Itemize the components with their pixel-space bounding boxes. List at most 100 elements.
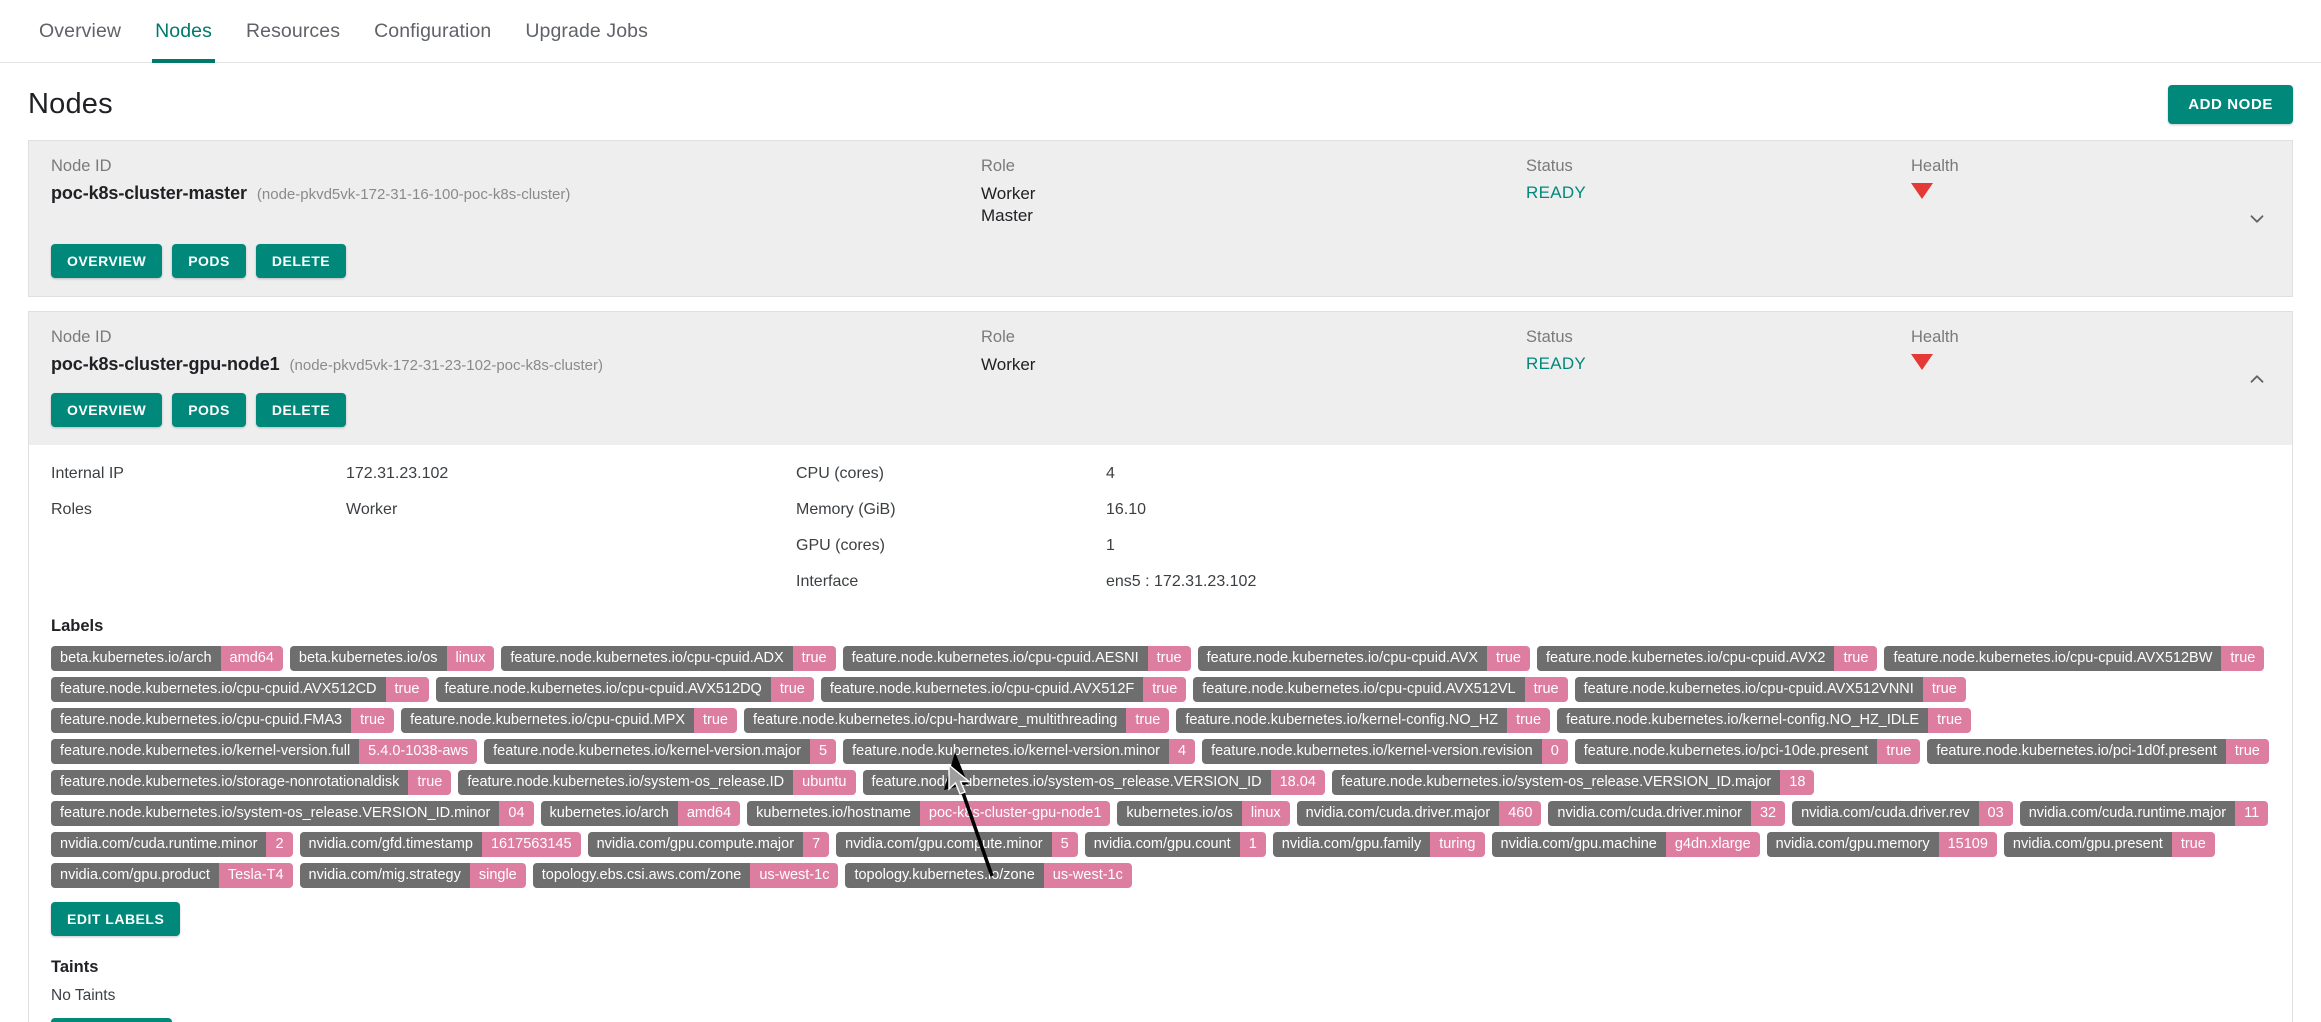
label-chip[interactable]: feature.node.kubernetes.io/cpu-hardware_… (744, 708, 1170, 733)
chevron-down-icon[interactable] (2246, 208, 2268, 230)
label-chip-value: true (1524, 677, 1568, 702)
label-chip[interactable]: feature.node.kubernetes.io/cpu-cpuid.FMA… (51, 708, 395, 733)
label-chip[interactable]: nvidia.com/gpu.product Tesla-T4 (51, 863, 293, 888)
detail-key-memory: Memory (GiB) (796, 501, 896, 518)
label-chip[interactable]: kubernetes.io/hostname poc-k8s-cluster-gp… (747, 801, 1111, 826)
label-chip[interactable]: nvidia.com/mig.strategy single (299, 863, 526, 888)
label-chip[interactable]: nvidia.com/gpu.family turing (1272, 832, 1485, 857)
label-chip[interactable]: nvidia.com/gpu.count 1 (1084, 832, 1266, 857)
label-chip[interactable]: feature.node.kubernetes.io/kernel-config… (1557, 708, 1972, 733)
label-chip[interactable]: nvidia.com/gpu.compute.major 7 (587, 832, 830, 857)
label-chip[interactable]: nvidia.com/cuda.runtime.minor 2 (51, 832, 293, 857)
tab-overview[interactable]: Overview (22, 0, 138, 63)
label-chip-key: feature.node.kubernetes.io/storage-nonro… (51, 770, 409, 795)
label-chip[interactable]: feature.node.kubernetes.io/cpu-cpuid.AVX… (1537, 646, 1878, 671)
label-chip-value: turing (1430, 832, 1485, 857)
label-chip-key: feature.node.kubernetes.io/system-os_rel… (1331, 770, 1781, 795)
label-chip-key: kubernetes.io/os (1117, 801, 1242, 826)
label-chip[interactable]: nvidia.com/gpu.machine g4dn.xlarge (1491, 832, 1760, 857)
add-node-button[interactable]: ADD NODE (2168, 85, 2293, 124)
node-id-column-label: Node ID (51, 157, 112, 175)
label-chip-key: feature.node.kubernetes.io/cpu-cpuid.FMA… (51, 708, 352, 733)
label-chip[interactable]: feature.node.kubernetes.io/kernel-versio… (484, 739, 837, 764)
detail-value-roles: Worker (346, 501, 398, 518)
label-chip-key: feature.node.kubernetes.io/cpu-cpuid.AVX… (1574, 677, 1923, 702)
label-chip[interactable]: feature.node.kubernetes.io/cpu-cpuid.ADX… (501, 646, 836, 671)
label-chip[interactable]: feature.node.kubernetes.io/cpu-cpuid.AVX… (1884, 646, 2265, 671)
node-id-cell: Node ID poc-k8s-cluster-master (node-pkv… (51, 157, 981, 227)
detail-key-interface: Interface (796, 573, 859, 590)
label-chip[interactable]: feature.node.kubernetes.io/cpu-cpuid.AES… (842, 646, 1191, 671)
label-chip[interactable]: feature.node.kubernetes.io/storage-nonro… (51, 770, 452, 795)
tab-resources[interactable]: Resources (229, 0, 357, 63)
delete-button[interactable]: DELETE (255, 244, 347, 278)
node-card-master: Node ID poc-k8s-cluster-master (node-pkv… (28, 140, 2293, 297)
edit-labels-button[interactable]: EDIT LABELS (51, 902, 181, 936)
label-chip[interactable]: feature.node.kubernetes.io/system-os_rel… (51, 801, 534, 826)
label-chip-value: 18.04 (1270, 770, 1325, 795)
label-chip[interactable]: feature.node.kubernetes.io/cpu-cpuid.AVX… (1193, 677, 1568, 702)
label-chip[interactable]: beta.kubernetes.io/os linux (289, 646, 495, 671)
label-chip[interactable]: feature.node.kubernetes.io/pci-1d0f.pres… (1927, 739, 2269, 764)
tab-label: Overview (39, 19, 122, 42)
label-chip[interactable]: feature.node.kubernetes.io/cpu-cpuid.AVX… (820, 677, 1187, 702)
label-chip-value: true (2225, 739, 2269, 764)
detail-key-roles: Roles (51, 501, 92, 518)
label-chip[interactable]: nvidia.com/gfd.timestamp 1617563145 (299, 832, 581, 857)
overview-button[interactable]: OVERVIEW (51, 393, 163, 427)
label-chip-value: 11 (2235, 801, 2269, 826)
label-chip-value: 18 (1780, 770, 1815, 795)
label-chip[interactable]: nvidia.com/cuda.driver.rev 03 (1792, 801, 2013, 826)
label-chip-key: kubernetes.io/arch (540, 801, 678, 826)
label-chip-value: ubuntu (793, 770, 856, 795)
label-chip[interactable]: feature.node.kubernetes.io/cpu-cpuid.MPX… (401, 708, 737, 733)
label-chip[interactable]: feature.node.kubernetes.io/kernel-versio… (843, 739, 1196, 764)
label-chip[interactable]: feature.node.kubernetes.io/cpu-cpuid.AVX… (51, 677, 429, 702)
label-chip[interactable]: feature.node.kubernetes.io/cpu-cpuid.AVX… (1574, 677, 1966, 702)
label-chip-value: 03 (1978, 801, 2013, 826)
label-chip[interactable]: beta.kubernetes.io/arch amd64 (51, 646, 283, 671)
label-chip-key: nvidia.com/gpu.memory (1766, 832, 1939, 857)
tab-upgrade-jobs[interactable]: Upgrade Jobs (508, 0, 665, 63)
label-chip-value: true (385, 677, 429, 702)
label-chip[interactable]: nvidia.com/gpu.compute.minor 5 (836, 832, 1078, 857)
label-chip[interactable]: nvidia.com/cuda.driver.minor 32 (1548, 801, 1786, 826)
label-chip[interactable]: kubernetes.io/os linux (1117, 801, 1290, 826)
label-chip[interactable]: topology.kubernetes.io/zone us-west-1c (845, 863, 1132, 888)
label-chip[interactable]: kubernetes.io/arch amd64 (540, 801, 741, 826)
label-chip[interactable]: topology.ebs.csi.aws.com/zone us-west-1c (532, 863, 839, 888)
overview-button[interactable]: OVERVIEW (51, 244, 163, 278)
label-chip-value: true (1507, 708, 1551, 733)
label-chip[interactable]: feature.node.kubernetes.io/kernel-config… (1176, 708, 1551, 733)
label-chip[interactable]: feature.node.kubernetes.io/system-os_rel… (458, 770, 856, 795)
label-chip[interactable]: nvidia.com/cuda.runtime.major 11 (2019, 801, 2269, 826)
pods-button[interactable]: PODS (172, 244, 246, 278)
nodes-page: Overview Nodes Resources Configuration U… (0, 0, 2321, 1022)
label-chip-value: true (2171, 832, 2215, 857)
label-chip[interactable]: nvidia.com/gpu.memory 15109 (1766, 832, 1997, 857)
tab-configuration[interactable]: Configuration (357, 0, 508, 63)
label-chip[interactable]: feature.node.kubernetes.io/system-os_rel… (862, 770, 1325, 795)
status-column-label: Status (1526, 328, 1573, 346)
tab-label: Nodes (155, 19, 212, 42)
label-chip-value: true (1126, 708, 1170, 733)
label-chip[interactable]: feature.node.kubernetes.io/cpu-cpuid.AVX… (435, 677, 814, 702)
label-chip[interactable]: feature.node.kubernetes.io/pci-10de.pres… (1574, 739, 1921, 764)
label-chip[interactable]: nvidia.com/cuda.driver.major 460 (1296, 801, 1542, 826)
node-name: poc-k8s-cluster-master (51, 183, 247, 203)
chevron-up-icon[interactable] (2246, 368, 2268, 390)
label-chip-value: poc-k8s-cluster-gpu-node1 (919, 801, 1111, 826)
label-chip[interactable]: feature.node.kubernetes.io/system-os_rel… (1331, 770, 1815, 795)
add-taints-button[interactable]: ADD TAINTS (51, 1018, 172, 1022)
delete-button[interactable]: DELETE (255, 393, 347, 427)
tab-label: Configuration (374, 19, 492, 42)
label-chip[interactable]: feature.node.kubernetes.io/cpu-cpuid.AVX… (1197, 646, 1530, 671)
label-chip[interactable]: nvidia.com/gpu.present true (2003, 832, 2215, 857)
label-chip-key: nvidia.com/cuda.driver.rev (1792, 801, 1979, 826)
tab-nodes[interactable]: Nodes (138, 0, 229, 63)
label-chip-key: nvidia.com/gpu.family (1272, 832, 1431, 857)
label-chip[interactable]: feature.node.kubernetes.io/kernel-versio… (51, 739, 478, 764)
label-chip[interactable]: feature.node.kubernetes.io/kernel-versio… (1202, 739, 1568, 764)
label-chip-key: feature.node.kubernetes.io/cpu-cpuid.AVX (1197, 646, 1487, 671)
pods-button[interactable]: PODS (172, 393, 246, 427)
